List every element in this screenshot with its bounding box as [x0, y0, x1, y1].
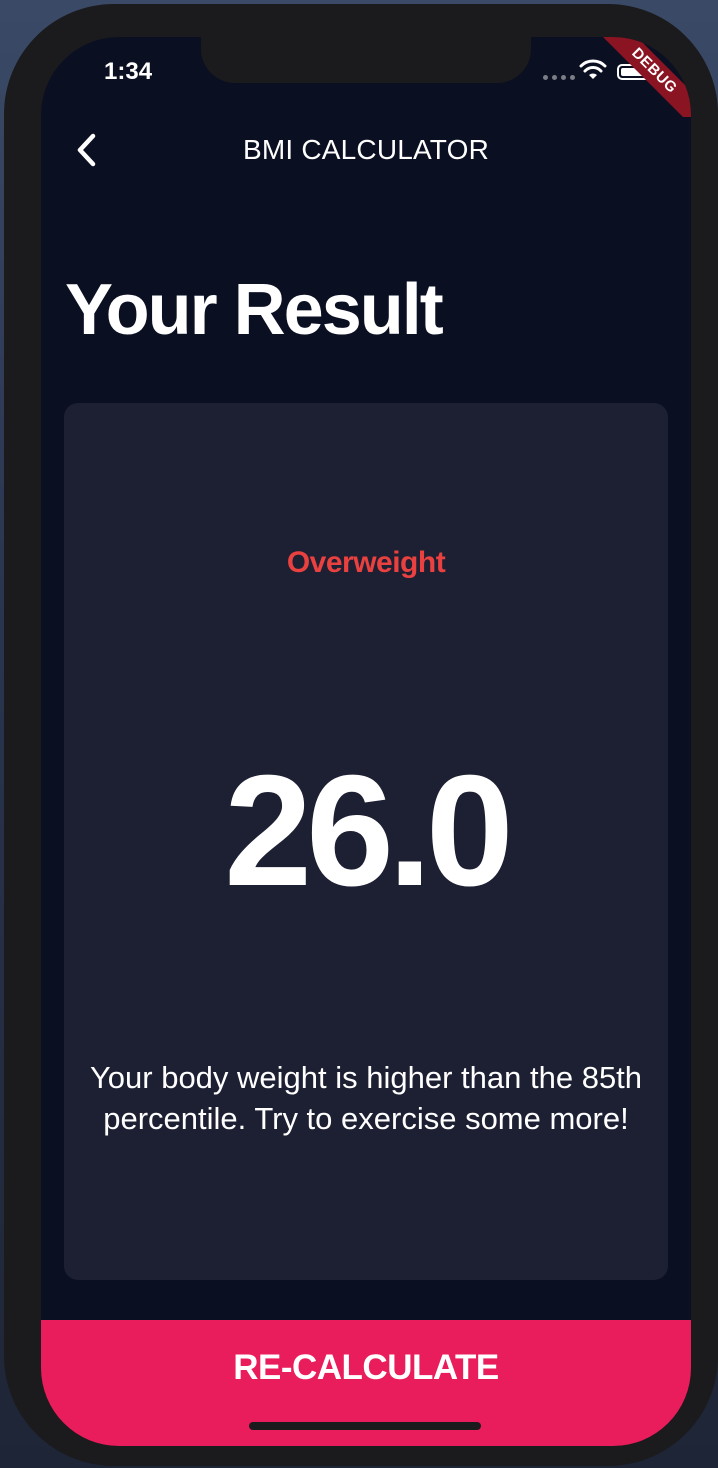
app-title: BMI CALCULATOR	[242, 134, 490, 165]
cellular-signal-icon	[543, 75, 575, 80]
recalculate-button[interactable]: RE-CALCULATE	[41, 1320, 691, 1446]
app-bar: BMI CALCULATOR	[41, 117, 691, 194]
status-time: 1:34	[104, 58, 153, 85]
home-indicator	[249, 1422, 481, 1430]
app-screen: 1:34 DEBUG BMI CALCULATOR Your Result Ov…	[41, 37, 691, 1446]
page-title: Your Result	[65, 270, 444, 350]
recalculate-button-label: RE-CALCULATE	[233, 1348, 499, 1387]
phone-frame: 1:34 DEBUG BMI CALCULATOR Your Result Ov…	[4, 4, 718, 1466]
device-notch	[201, 37, 531, 83]
result-category: Overweight	[286, 546, 446, 579]
result-interpretation: Your body weight is higher than the 85th…	[89, 1060, 643, 1136]
bmi-value: 26.0	[224, 743, 514, 919]
result-card: Overweight 26.0 Your body weight is high…	[64, 403, 668, 1280]
wifi-icon	[579, 59, 607, 79]
